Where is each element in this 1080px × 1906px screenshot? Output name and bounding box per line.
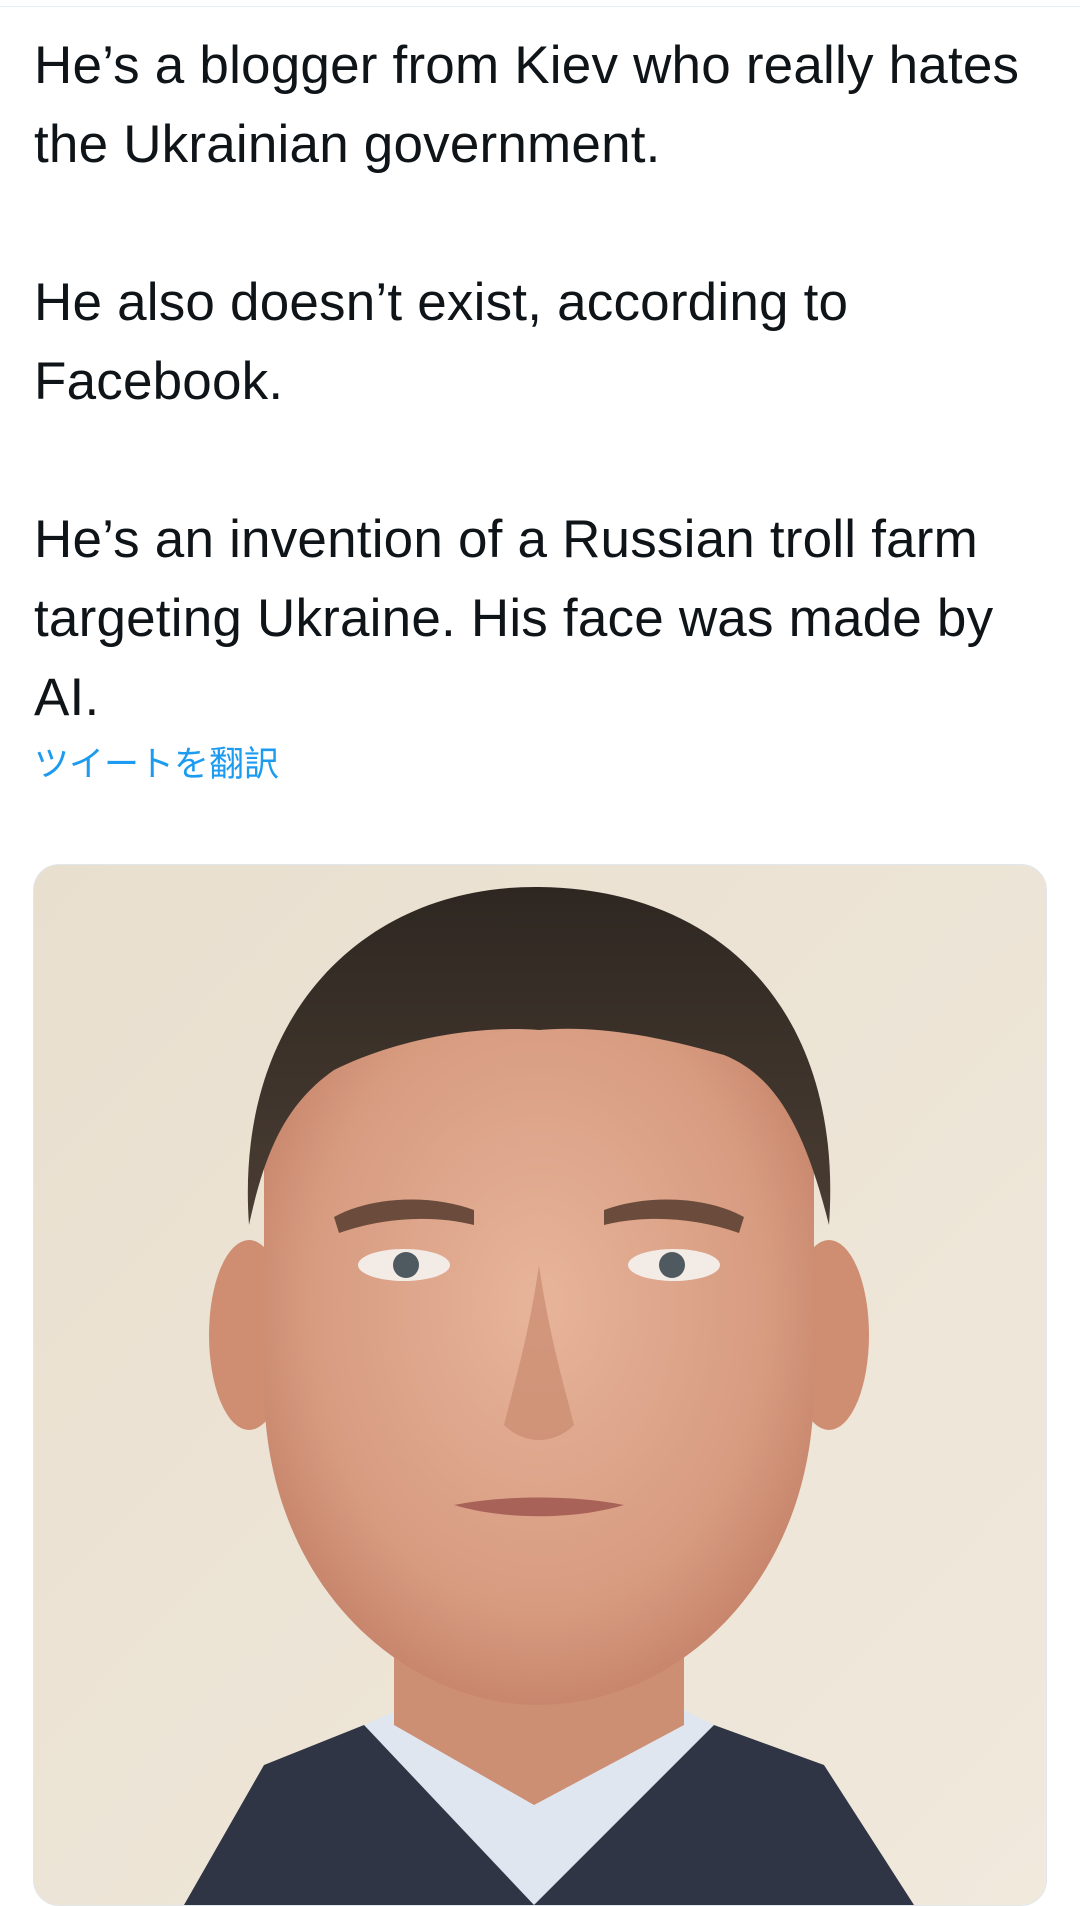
translate-tweet-link[interactable]: ツイートを翻訳: [34, 742, 279, 788]
top-divider: [0, 6, 1080, 7]
tweet-text: He’s a blogger from Kiev who really hate…: [34, 26, 1044, 737]
tweet-media-image[interactable]: [33, 864, 1047, 1906]
tweet-body: He’s a blogger from Kiev who really hate…: [34, 26, 1044, 737]
portrait-photo-icon: [34, 865, 1046, 1905]
tweet-paragraph: He’s a blogger from Kiev who really hate…: [34, 36, 1020, 174]
tweet-paragraph: He’s an invention of a Russian troll far…: [34, 510, 994, 727]
tweet-paragraph: He also doesn’t exist, according to Face…: [34, 273, 849, 411]
